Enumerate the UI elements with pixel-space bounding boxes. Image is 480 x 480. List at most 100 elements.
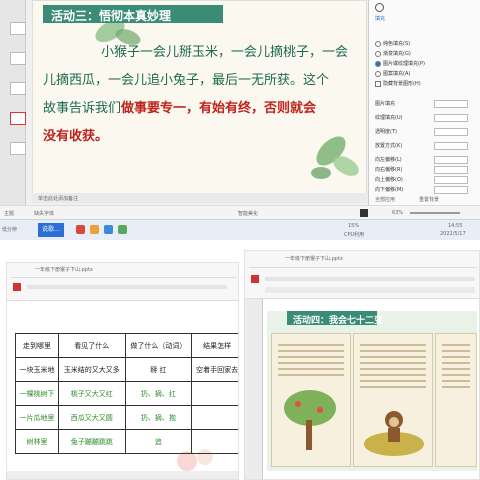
missing-fonts-button[interactable]: 缺失字体 xyxy=(34,210,54,217)
slide-thumbnail[interactable] xyxy=(10,52,26,65)
tree-illustration-icon xyxy=(284,390,336,450)
slide-thumbnails-pane[interactable] xyxy=(0,0,26,205)
cell xyxy=(191,381,238,406)
taskbar-label: 低分辨 xyxy=(2,227,18,233)
slide-thumbnail-active[interactable] xyxy=(10,112,26,125)
story-line: 故事告诉我们做事要专一，有始有终，否则就会 xyxy=(43,97,363,116)
offset-up-row[interactable]: 向上偏移(O) xyxy=(375,176,474,184)
radio-solid-fill[interactable]: 纯色填充(S) xyxy=(375,40,410,47)
offset-input[interactable] xyxy=(434,166,468,174)
header-cell: 走到哪里 xyxy=(15,333,59,358)
offset-left-row[interactable]: 向左偏移(L) xyxy=(375,156,474,164)
slide-canvas[interactable]: 活动四：我会七十二变 xyxy=(267,311,477,471)
cell: 树林里 xyxy=(15,429,59,454)
taskbar-app-button[interactable]: 说歌… xyxy=(38,223,64,237)
offset-input[interactable] xyxy=(434,186,468,194)
cell: 玉米结的又大又多 xyxy=(57,357,126,382)
transparency-row[interactable]: 透明度(T) xyxy=(375,128,474,136)
placement-select[interactable] xyxy=(434,142,468,150)
status-bar: 主题 缺失字体 智能美化 63% xyxy=(0,205,480,219)
story-line: 儿摘西瓜，一会儿追小兔子，最后一无所获。这个 xyxy=(43,73,330,88)
story-table: 走到哪里 看见了什么 做了什么（动词） 结果怎样 一块玉米地 玉米结的又大又多 … xyxy=(15,333,238,454)
radio-pattern-fill[interactable]: 图案填充(A) xyxy=(375,70,410,77)
radio-label: 图案填充(A) xyxy=(383,71,411,77)
smart-beautify-button[interactable]: 智能美化 xyxy=(238,210,258,217)
toolbar-divider xyxy=(11,277,236,278)
notes-placeholder[interactable]: 单击此处添加备注 xyxy=(32,193,367,203)
zoom-level: 63% xyxy=(392,210,404,216)
radio-gradient-fill[interactable]: 渐变填充(G) xyxy=(375,50,411,57)
slide-thumbnail[interactable] xyxy=(10,22,26,35)
slide-thumbnail[interactable] xyxy=(10,82,26,95)
ribbon-buttons[interactable] xyxy=(265,277,475,281)
table-row: 一块玉米地 玉米结的又大又多 掰 扛 空着手回家去 xyxy=(15,357,238,382)
app-icon[interactable] xyxy=(118,225,127,234)
cell xyxy=(191,405,238,430)
cell: 掰 扛 xyxy=(124,357,193,382)
theme-label[interactable]: 主题 xyxy=(4,210,14,217)
book-page-left xyxy=(271,333,351,467)
placement-row[interactable]: 放置方式(K) xyxy=(375,142,474,150)
toolbar-divider xyxy=(249,267,477,268)
header-cell: 结果怎样 xyxy=(191,333,238,358)
picture-fill-select[interactable] xyxy=(434,100,468,108)
app-icon[interactable] xyxy=(90,225,99,234)
offset-right-row[interactable]: 向右偏移(R) xyxy=(375,166,474,174)
table-row: 一片瓜地里 西瓜又大又圆 扔、摘、抱 xyxy=(15,405,238,430)
fill-icon[interactable] xyxy=(375,3,384,12)
book-page-right xyxy=(435,333,477,467)
header-cell: 看见了什么 xyxy=(57,333,126,358)
header-cell: 做了什么（动词） xyxy=(124,333,193,358)
file-tab-title[interactable]: 一年级下册猴子下山.pptx xyxy=(285,255,343,262)
cell xyxy=(191,429,238,454)
monkey-illustration-icon xyxy=(364,411,424,456)
play-icon[interactable] xyxy=(360,209,368,217)
slide-canvas[interactable]: 活动三：悟彻本真妙理 小猴子一会儿掰玉米，一会儿摘桃子，一会 儿摘西瓜，一会儿追… xyxy=(32,0,367,200)
reset-background-button[interactable]: 重置背景 xyxy=(419,196,439,203)
row-label: 透明度(T) xyxy=(375,129,397,135)
row-label: 放置方式(K) xyxy=(375,143,403,149)
cell: 西瓜又大又圆 xyxy=(57,405,126,430)
cpu-value: 15% xyxy=(348,223,360,229)
texture-fill-row[interactable]: 纹理填充(U) xyxy=(375,114,474,122)
radio-label: 隐藏背景图形(H) xyxy=(383,81,421,87)
apply-all-button[interactable]: 全部应用 xyxy=(375,196,395,203)
radio-picture-fill[interactable]: 图片或纹理填充(P) xyxy=(375,60,425,67)
table-row: 树林里 兔子蹦蹦跳跳 追 xyxy=(15,429,238,454)
clock-time: 14:55 xyxy=(448,223,463,229)
panel-tab[interactable]: 填充 xyxy=(375,15,385,22)
ribbon-buttons[interactable] xyxy=(27,285,227,289)
transparency-slider[interactable] xyxy=(434,128,468,136)
table-slide-window: 一年级下册猴子下山.pptx 走到哪里 看见了什么 做了什么（动词） 结果怎样 … xyxy=(6,262,239,480)
slide-title: 活动三：悟彻本真妙理 xyxy=(43,5,223,23)
format-background-panel: 填充 纯色填充(S) 渐变填充(G) 图片或纹理填充(P) 图案填充(A) 隐藏… xyxy=(368,0,480,205)
app-icon[interactable] xyxy=(104,225,113,234)
app-icon[interactable] xyxy=(76,225,85,234)
cell: 一片瓜地里 xyxy=(15,405,59,430)
cpu-label: CPU利用 xyxy=(344,232,365,238)
cell: 扔、摘、扛 xyxy=(124,381,193,406)
ribbon-toolbar: 一年级下册猴子下山.pptx xyxy=(7,263,238,301)
checkbox-hide-background[interactable]: 隐藏背景图形(H) xyxy=(375,80,421,87)
file-tab-title[interactable]: 一年级下册猴子下山.pptx xyxy=(35,266,93,273)
slide-thumbnail[interactable] xyxy=(10,142,26,155)
zoom-slider[interactable] xyxy=(410,212,460,214)
slide-thumbnails-pane[interactable] xyxy=(245,299,263,479)
story-highlight: 做事要专一，有始有终，否则就会 xyxy=(121,101,317,116)
cell: 桃子又大又红 xyxy=(57,381,126,406)
table-row: 一棵桃树下 桃子又大又红 扔、摘、扛 xyxy=(15,381,238,406)
ribbon-buttons[interactable] xyxy=(265,287,475,293)
picture-fill-row[interactable]: 图片填充 xyxy=(375,100,474,108)
app-menu-icon[interactable] xyxy=(251,275,259,283)
offset-input[interactable] xyxy=(434,176,468,184)
row-label: 图片填充 xyxy=(375,101,396,107)
windows-taskbar: 低分辨 说歌… 15% CPU利用 14:55 2022/5/17 xyxy=(0,219,480,240)
offset-down-row[interactable]: 向下偏移(M) xyxy=(375,186,474,194)
app-menu-icon[interactable] xyxy=(13,283,21,291)
table-header-row: 走到哪里 看见了什么 做了什么（动词） 结果怎样 xyxy=(15,333,238,358)
book-page-middle xyxy=(353,333,433,467)
slide-title: 活动四：我会七十二变 xyxy=(287,311,383,326)
texture-select[interactable] xyxy=(434,114,468,122)
offset-input[interactable] xyxy=(434,156,468,164)
cell: 一棵桃树下 xyxy=(15,381,59,406)
